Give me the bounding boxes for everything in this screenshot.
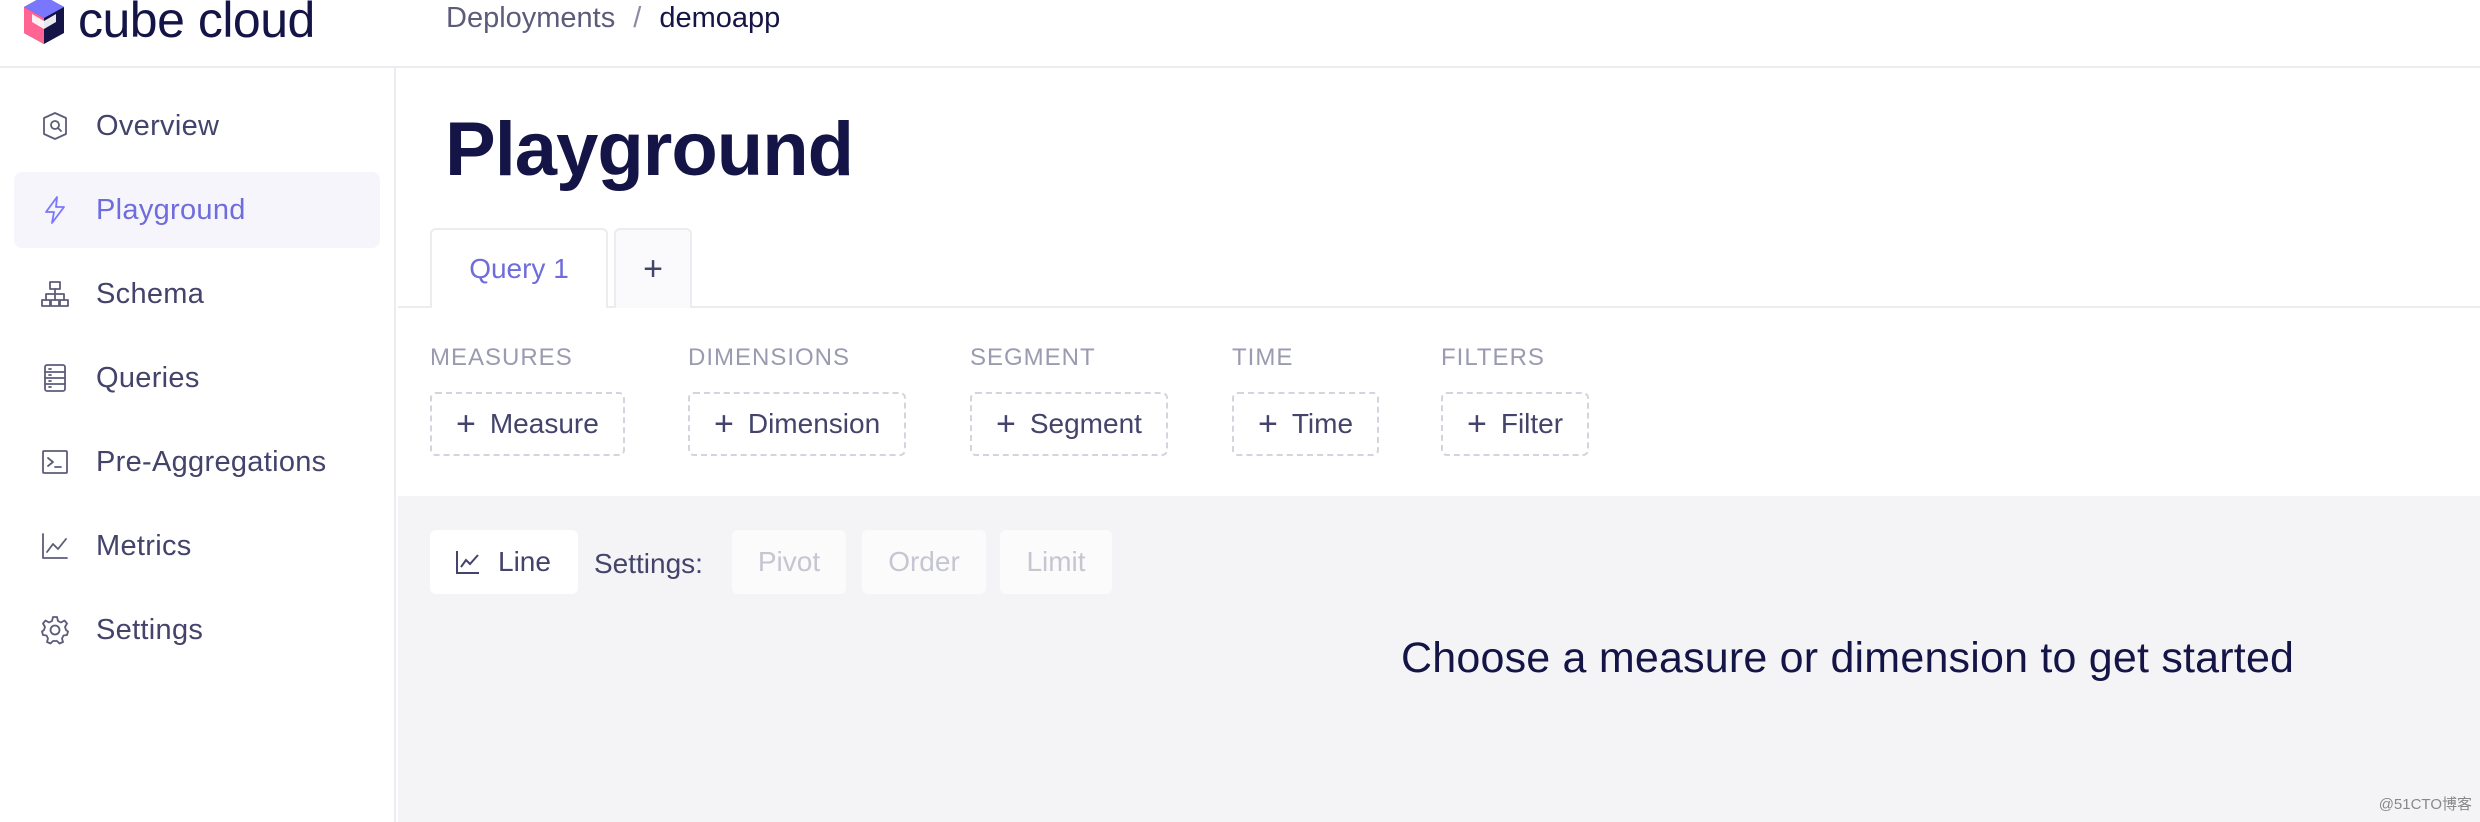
sidebar-item-settings[interactable]: Settings: [14, 592, 380, 668]
time-label: TIME: [1232, 344, 1294, 371]
add-dimension-label: Dimension: [747, 408, 881, 439]
plus-icon: +: [1467, 405, 1487, 443]
sidebar-item-label: Schema: [96, 277, 205, 310]
measures-label: MEASURES: [430, 344, 573, 371]
sidebar-item-label: Pre-Aggregations: [96, 445, 327, 478]
add-segment-button[interactable]: + Segment: [970, 392, 1168, 456]
cube-logo-icon: [24, 0, 64, 44]
tab-query-1[interactable]: Query 1: [430, 228, 608, 308]
pivot-button[interactable]: Pivot: [732, 530, 846, 594]
add-filter-label: Filter: [1500, 408, 1564, 439]
order-button[interactable]: Order: [862, 530, 986, 594]
top-bar: cube cloud Deployments / demoapp: [0, 0, 2480, 68]
plus-icon: +: [1258, 405, 1278, 443]
add-time-button[interactable]: + Time: [1232, 392, 1380, 456]
sidebar-item-schema[interactable]: Schema: [14, 256, 380, 332]
dimensions-label: DIMENSIONS: [688, 344, 851, 371]
breadcrumb-deployments[interactable]: Deployments: [446, 2, 615, 35]
list-icon: [38, 361, 72, 395]
sidebar-item-label: Playground: [96, 193, 246, 226]
line-chart-icon: [456, 551, 479, 574]
page-title: Playground: [445, 107, 854, 192]
gear-icon: [38, 613, 72, 647]
sidebar-item-label: Queries: [96, 361, 200, 394]
breadcrumb-current: demoapp: [659, 2, 781, 34]
filters-label: FILTERS: [1441, 344, 1545, 371]
sidebar-item-overview[interactable]: Overview: [14, 88, 380, 164]
lightning-icon: [38, 193, 72, 227]
sidebar-item-queries[interactable]: Queries: [14, 340, 380, 416]
limit-button[interactable]: Limit: [1000, 530, 1112, 594]
line-chart-icon: [38, 529, 72, 563]
add-segment-label: Segment: [1029, 408, 1142, 439]
settings-label: Settings:: [594, 548, 703, 579]
tabs-divider: [398, 306, 2480, 308]
sidebar-item-playground[interactable]: Playground: [14, 172, 380, 248]
results-panel: Line Settings: Pivot Order Limit Choose …: [398, 496, 2480, 822]
add-measure-button[interactable]: + Measure: [430, 392, 625, 456]
sidebar-item-pre-aggregations[interactable]: Pre-Aggregations: [14, 424, 380, 500]
watermark: @51CTO博客: [2378, 796, 2472, 813]
sidebar: Overview Playground Schema Queries Pre-A…: [0, 68, 396, 822]
brand-name: cube cloud: [78, 0, 315, 48]
empty-state-message: Choose a measure or dimension to get sta…: [1401, 634, 2295, 682]
plus-icon: +: [996, 405, 1016, 443]
cube-cloud-logo[interactable]: cube cloud: [20, 0, 315, 48]
main-content: Playground Query 1 + MEASURES + Measure …: [398, 68, 2480, 822]
terminal-icon: [38, 445, 72, 479]
plus-icon: +: [456, 405, 476, 443]
plus-icon: +: [714, 405, 734, 443]
chart-type-label: Line: [498, 546, 551, 577]
sidebar-item-label: Settings: [96, 613, 204, 646]
add-query-tab-button[interactable]: +: [614, 228, 692, 308]
add-filter-button[interactable]: + Filter: [1441, 392, 1590, 456]
shield-icon: [38, 109, 72, 143]
sidebar-item-label: Overview: [96, 109, 220, 142]
add-dimension-button[interactable]: + Dimension: [688, 392, 907, 456]
hierarchy-icon: [38, 277, 72, 311]
add-time-label: Time: [1291, 408, 1354, 439]
sidebar-item-label: Metrics: [96, 529, 192, 562]
chart-type-button[interactable]: Line: [430, 530, 578, 594]
breadcrumb-separator: /: [633, 2, 642, 34]
breadcrumb: Deployments / demoapp: [446, 2, 780, 35]
add-measure-label: Measure: [489, 408, 599, 439]
segment-label: SEGMENT: [970, 344, 1096, 371]
sidebar-item-metrics[interactable]: Metrics: [14, 508, 380, 584]
